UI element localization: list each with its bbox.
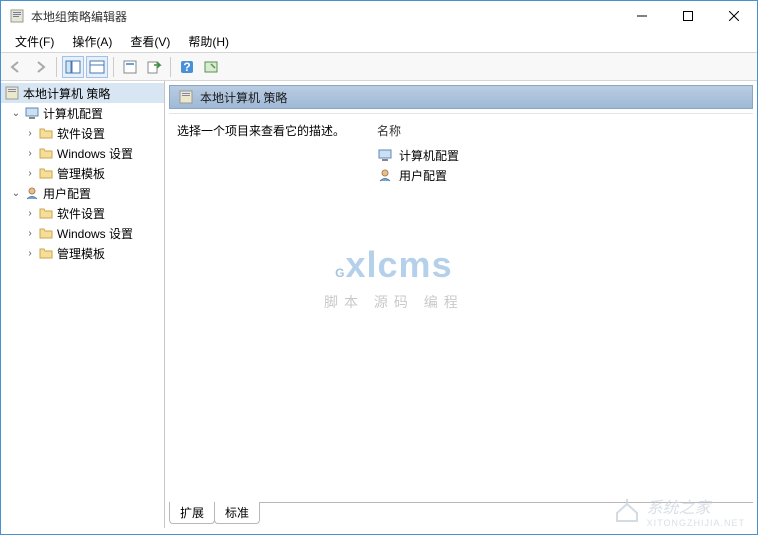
- expand-toggle-icon[interactable]: ›: [23, 126, 37, 140]
- help-button[interactable]: ?: [176, 56, 198, 78]
- tab-standard[interactable]: 标准: [214, 502, 260, 524]
- show-tree-button[interactable]: [62, 56, 84, 78]
- window-controls: [619, 1, 757, 31]
- app-icon: [9, 8, 25, 24]
- expand-toggle-icon[interactable]: ›: [23, 246, 37, 260]
- tree-label: Windows 设置: [57, 145, 133, 162]
- window-title: 本地组策略编辑器: [31, 8, 619, 25]
- folder-icon: [38, 125, 54, 141]
- details-button[interactable]: [86, 56, 108, 78]
- content-area: 本地计算机 策略 ⌄ 计算机配置 › 软件设置 › Windows 设置: [1, 81, 757, 528]
- expand-toggle-icon[interactable]: ›: [23, 226, 37, 240]
- tree-root[interactable]: 本地计算机 策略: [1, 83, 164, 103]
- menu-help[interactable]: 帮助(H): [180, 31, 237, 52]
- tree-label: 软件设置: [57, 125, 105, 142]
- menubar: 文件(F) 操作(A) 查看(V) 帮助(H): [1, 31, 757, 53]
- expand-toggle-icon[interactable]: ›: [23, 166, 37, 180]
- menu-view[interactable]: 查看(V): [122, 31, 178, 52]
- tree-computer-config[interactable]: ⌄ 计算机配置: [1, 103, 164, 123]
- tree-pane[interactable]: 本地计算机 策略 ⌄ 计算机配置 › 软件设置 › Windows 设置: [1, 81, 165, 528]
- tree-windows-settings[interactable]: › Windows 设置: [1, 143, 164, 163]
- toolbar-separator: [56, 57, 57, 77]
- menu-file[interactable]: 文件(F): [7, 31, 62, 52]
- tree-software-settings[interactable]: › 软件设置: [1, 123, 164, 143]
- tree-label: Windows 设置: [57, 225, 133, 242]
- titlebar: 本地组策略编辑器: [1, 1, 757, 31]
- forward-button[interactable]: [29, 56, 51, 78]
- details-pane: 本地计算机 策略 选择一个项目来查看它的描述。 名称 计算机配置 用户配: [165, 81, 757, 528]
- folder-icon: [38, 205, 54, 221]
- tree-label: 管理模板: [57, 165, 105, 182]
- name-column-header[interactable]: 名称: [377, 122, 745, 139]
- policy-icon: [178, 89, 194, 105]
- details-header-text: 本地计算机 策略: [200, 89, 287, 106]
- details-body: 选择一个项目来查看它的描述。 名称 计算机配置 用户配置: [169, 113, 753, 502]
- maximize-button[interactable]: [665, 1, 711, 31]
- user-icon: [377, 167, 393, 183]
- tree-root-label: 本地计算机 策略: [23, 85, 110, 102]
- toolbar: ?: [1, 53, 757, 81]
- tree-windows-settings[interactable]: › Windows 设置: [1, 223, 164, 243]
- tree-label: 计算机配置: [43, 105, 103, 122]
- tree-label: 管理模板: [57, 245, 105, 262]
- menu-action[interactable]: 操作(A): [64, 31, 120, 52]
- tree-admin-templates[interactable]: › 管理模板: [1, 163, 164, 183]
- description-column: 选择一个项目来查看它的描述。: [177, 122, 377, 494]
- expand-toggle-icon[interactable]: ⌄: [9, 106, 23, 120]
- export-button[interactable]: [143, 56, 165, 78]
- expand-toggle-icon[interactable]: ›: [23, 206, 37, 220]
- list-item-label: 用户配置: [399, 167, 447, 184]
- tab-extended[interactable]: 扩展: [169, 502, 215, 524]
- computer-icon: [377, 147, 393, 163]
- list-item-label: 计算机配置: [399, 147, 459, 164]
- tree-user-config[interactable]: ⌄ 用户配置: [1, 183, 164, 203]
- tab-bar: 扩展 标准: [169, 502, 753, 524]
- filter-button[interactable]: [200, 56, 222, 78]
- minimize-button[interactable]: [619, 1, 665, 31]
- list-item-computer-config[interactable]: 计算机配置: [377, 145, 745, 165]
- expand-toggle-icon[interactable]: ›: [23, 146, 37, 160]
- properties-button[interactable]: [119, 56, 141, 78]
- toolbar-separator: [113, 57, 114, 77]
- folder-icon: [38, 165, 54, 181]
- folder-icon: [38, 145, 54, 161]
- back-button[interactable]: [5, 56, 27, 78]
- folder-icon: [38, 225, 54, 241]
- tree-admin-templates[interactable]: › 管理模板: [1, 243, 164, 263]
- toolbar-separator: [170, 57, 171, 77]
- expand-toggle-icon[interactable]: ⌄: [9, 186, 23, 200]
- computer-icon: [24, 105, 40, 121]
- details-header: 本地计算机 策略: [169, 85, 753, 109]
- tree-label: 用户配置: [43, 185, 91, 202]
- close-button[interactable]: [711, 1, 757, 31]
- tree-label: 软件设置: [57, 205, 105, 222]
- description-text: 选择一个项目来查看它的描述。: [177, 122, 377, 139]
- policy-icon: [4, 85, 20, 101]
- list-column: 名称 计算机配置 用户配置: [377, 122, 745, 494]
- svg-text:?: ?: [183, 60, 190, 74]
- user-icon: [24, 185, 40, 201]
- list-item-user-config[interactable]: 用户配置: [377, 165, 745, 185]
- tree-software-settings[interactable]: › 软件设置: [1, 203, 164, 223]
- folder-icon: [38, 245, 54, 261]
